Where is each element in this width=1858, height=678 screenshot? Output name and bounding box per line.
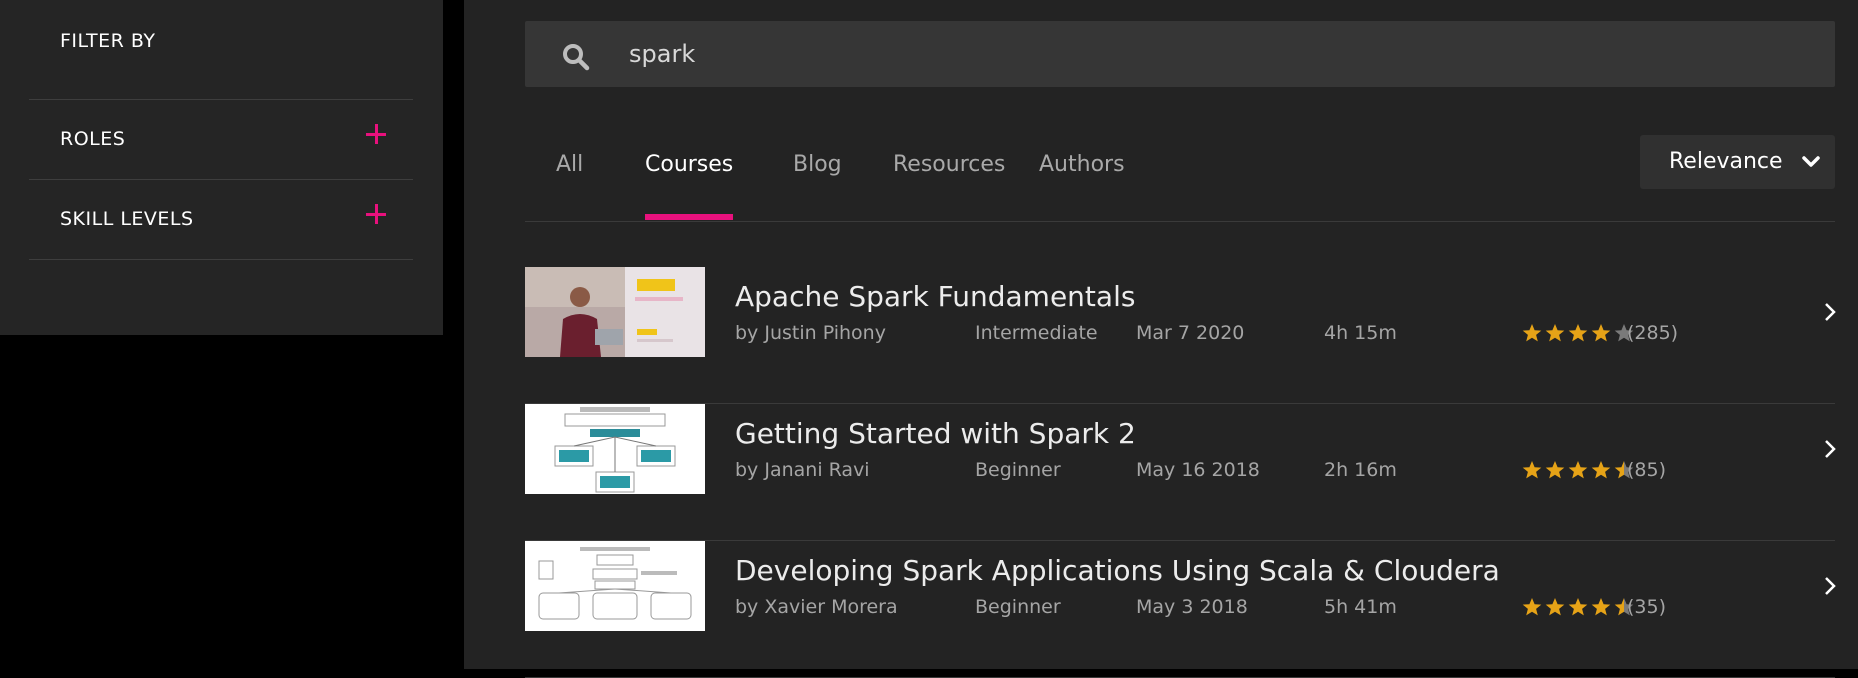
star-full-icon [1545,324,1565,342]
plus-icon[interactable] [366,124,386,144]
filter-by-heading: FILTER BY [60,30,156,52]
course-title[interactable]: Developing Spark Applications Using Scal… [735,554,1500,587]
star-full-icon [1591,461,1611,479]
rating-stars [1522,460,1637,480]
tab-courses-label: Courses [645,152,734,177]
tab-courses[interactable]: Courses [645,152,734,220]
course-date: Mar 7 2020 [1136,322,1245,344]
course-author[interactable]: by Xavier Morera [735,596,898,618]
filter-roles-label: ROLES [60,128,126,150]
sort-selected-value: Relevance [1669,149,1783,174]
search-bar [525,21,1835,87]
sort-dropdown[interactable]: Relevance [1640,135,1835,189]
tab-resources[interactable]: Resources [893,152,1005,207]
course-author[interactable]: by Justin Pihony [735,322,886,344]
course-title[interactable]: Apache Spark Fundamentals [735,280,1135,313]
star-full-icon [1522,461,1542,479]
rating-stars [1522,597,1637,617]
course-thumbnail[interactable] [525,404,705,494]
chevron-right-icon[interactable] [1823,575,1837,597]
course-level: Intermediate [975,322,1098,344]
course-level: Beginner [975,596,1061,618]
course-thumbnail[interactable] [525,267,705,357]
filter-roles[interactable]: ROLES [29,99,413,178]
tab-blog[interactable]: Blog [793,152,842,207]
star-full-icon [1568,324,1588,342]
star-full-icon [1522,598,1542,616]
course-date: May 3 2018 [1136,596,1248,618]
course-duration: 4h 15m [1324,322,1397,344]
tab-resources-label: Resources [893,152,1006,177]
star-full-icon [1591,598,1611,616]
chevron-right-icon[interactable] [1823,301,1837,323]
chevron-right-icon[interactable] [1823,438,1837,460]
course-thumbnail[interactable] [525,541,705,631]
tab-authors[interactable]: Authors [1039,152,1125,207]
course-row[interactable]: Developing Spark Applications Using Scal… [525,541,1837,678]
search-icon[interactable] [562,43,590,71]
filter-sidebar: FILTER BY ROLES SKILL LEVELS [0,0,443,335]
course-duration: 2h 16m [1324,459,1397,481]
course-level: Beginner [975,459,1061,481]
star-full-icon [1568,461,1588,479]
course-duration: 5h 41m [1324,596,1397,618]
course-author[interactable]: by Janani Ravi [735,459,870,481]
result-tabs: All Courses Blog Resources Authors [525,126,1835,222]
chevron-down-icon [1802,156,1820,167]
tab-all[interactable]: All [556,152,583,207]
sidebar-divider [29,259,413,260]
course-title[interactable]: Getting Started with Spark 2 [735,417,1136,450]
filter-skill-levels[interactable]: SKILL LEVELS [29,179,413,258]
star-full-icon [1545,461,1565,479]
rating-stars [1522,323,1637,343]
star-full-icon [1591,324,1611,342]
tab-authors-label: Authors [1039,152,1125,177]
rating-count: (85) [1627,459,1667,481]
star-full-icon [1568,598,1588,616]
main-content: All Courses Blog Resources Authors Relev… [464,0,1858,678]
tab-blog-label: Blog [793,152,842,177]
star-full-icon [1522,324,1542,342]
rating-count: (285) [1627,322,1679,344]
course-row[interactable]: Apache Spark Fundamentals by Justin Piho… [525,267,1837,404]
active-tab-indicator [645,214,734,220]
plus-icon[interactable] [366,204,386,224]
course-date: May 16 2018 [1136,459,1260,481]
search-input[interactable] [629,21,1809,87]
star-full-icon [1545,598,1565,616]
tab-all-label: All [556,152,584,177]
course-row[interactable]: Getting Started with Spark 2 by Janani R… [525,404,1837,541]
filter-skill-levels-label: SKILL LEVELS [60,208,194,230]
rating-count: (35) [1627,596,1667,618]
